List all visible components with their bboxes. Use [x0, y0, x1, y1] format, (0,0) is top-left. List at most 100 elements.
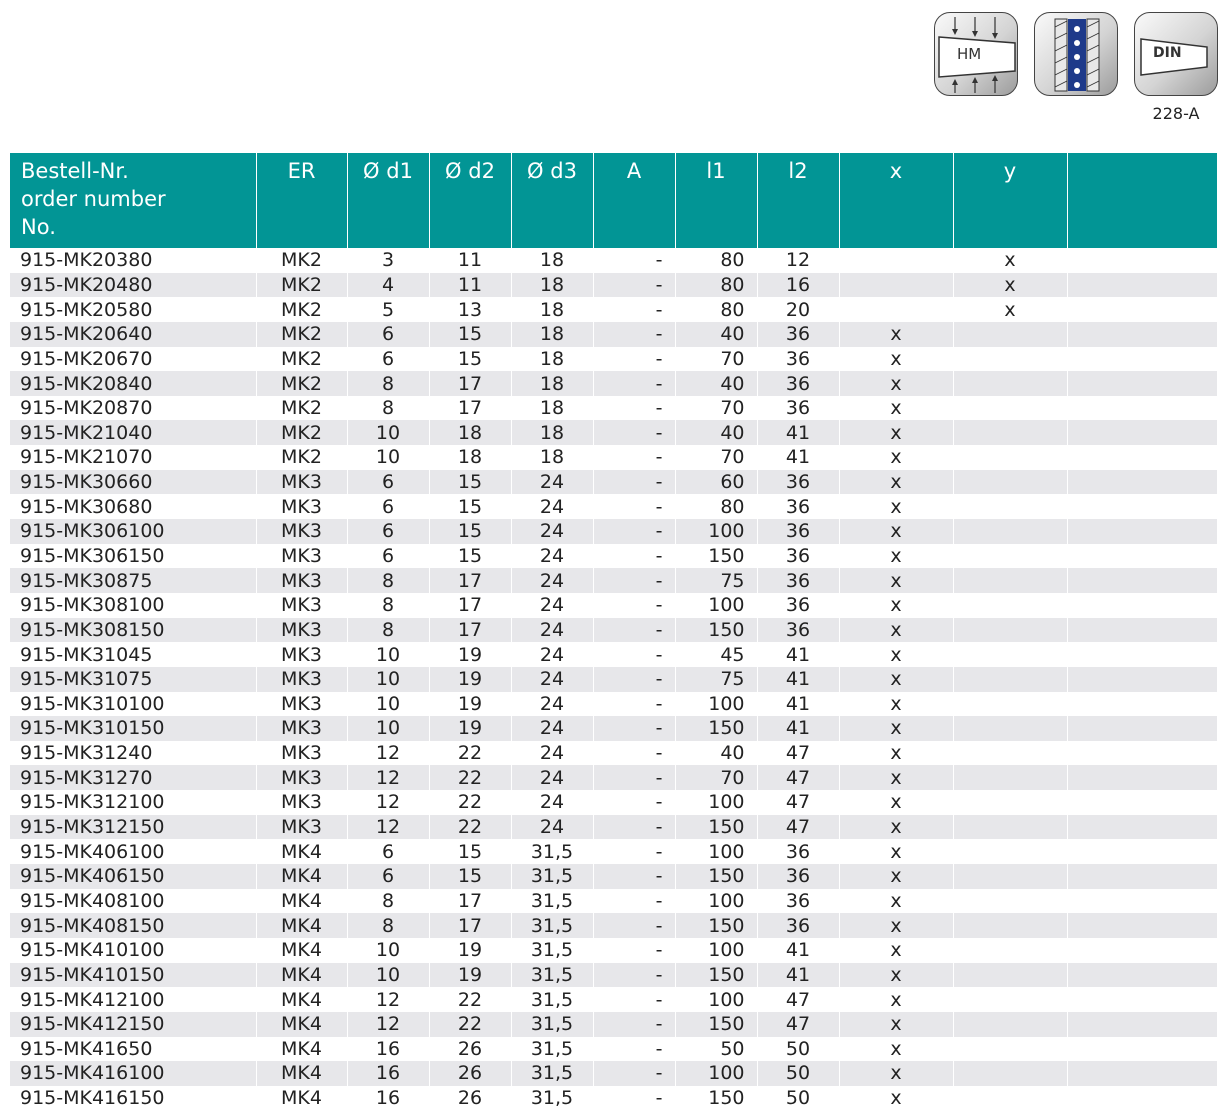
cell-d1: 6 [347, 839, 430, 865]
cell-d3: 24 [511, 740, 594, 766]
cell-extra [1067, 667, 1217, 692]
header-d1: Ø d1 [347, 153, 430, 248]
cell-l1: 150 [675, 864, 758, 889]
cell-l1: 150 [675, 962, 758, 988]
cell-y [953, 740, 1068, 766]
cell-extra [1067, 864, 1217, 889]
cell-l2: 36 [757, 888, 840, 914]
cell-l1: 40 [675, 420, 758, 446]
cell-l1: 100 [675, 839, 758, 865]
cell-a: - [593, 765, 676, 791]
cell-extra [1067, 1061, 1217, 1086]
cell-d2: 13 [429, 297, 512, 322]
cell-order-number: 915-MK306100 [10, 519, 257, 544]
cell-y [953, 592, 1068, 618]
cell-l2: 36 [757, 617, 840, 643]
cell-extra [1067, 248, 1217, 273]
cell-d2: 19 [429, 691, 512, 717]
cell-extra [1067, 396, 1217, 421]
cell-a: - [593, 568, 676, 593]
cell-x: x [839, 445, 954, 470]
cell-l2: 36 [757, 543, 840, 569]
cell-d1: 8 [347, 888, 430, 914]
cell-extra [1067, 1037, 1217, 1062]
table-row: 915-MK308100 MK3 8 17 24-100 36 x [10, 592, 1217, 618]
cell-y [953, 790, 1068, 815]
cell-er: MK4 [256, 1011, 348, 1037]
cell-d2: 19 [429, 962, 512, 988]
cell-d3: 31,5 [511, 962, 594, 988]
cell-order-number: 915-MK310150 [10, 716, 257, 741]
cell-y [953, 1036, 1068, 1062]
cell-d3: 24 [511, 494, 594, 520]
cell-y [953, 371, 1068, 396]
cell-y [953, 987, 1068, 1012]
cell-d1: 8 [347, 913, 430, 938]
cell-l2: 41 [757, 962, 840, 988]
cell-d2: 26 [429, 1061, 512, 1086]
cell-y [953, 937, 1068, 963]
cell-d1: 6 [347, 864, 430, 889]
table-row: 915-MK406100 MK4 6 15 31,5-100 36 x [10, 839, 1217, 865]
cell-l1: 80 [675, 248, 758, 273]
cell-l2: 36 [757, 568, 840, 593]
cell-l1: 40 [675, 321, 758, 347]
cell-l1: 150 [675, 913, 758, 938]
cell-extra [1067, 938, 1217, 963]
cell-y [953, 445, 1068, 470]
cell-a: - [593, 543, 676, 569]
cell-er: MK3 [256, 716, 348, 741]
cell-d3: 31,5 [511, 864, 594, 889]
cell-d3: 31,5 [511, 1061, 594, 1086]
cell-l2: 36 [757, 839, 840, 865]
table-row: 915-MK31270 MK3 12 22 24-70 47 x [10, 765, 1217, 791]
cell-d3: 18 [511, 297, 594, 322]
cell-a: - [593, 395, 676, 421]
cell-l2: 36 [757, 469, 840, 495]
table-row: 915-MK312150 MK3 12 22 24-150 47 x [10, 814, 1217, 840]
cell-order-number: 915-MK30680 [10, 494, 257, 520]
cell-er: MK3 [256, 519, 348, 544]
cell-d3: 18 [511, 321, 594, 347]
cell-d2: 15 [429, 494, 512, 520]
header-order-line2: order number [21, 187, 166, 211]
cell-d3: 18 [511, 420, 594, 446]
cell-extra [1067, 618, 1217, 643]
cell-y [953, 494, 1068, 520]
cell-d3: 24 [511, 814, 594, 840]
cell-y [953, 420, 1068, 446]
cell-x: x [839, 592, 954, 618]
table-row: 915-MK310150 MK3 10 19 24-150 41 x [10, 716, 1217, 741]
cell-y: x [953, 248, 1068, 273]
cell-d3: 24 [511, 568, 594, 593]
cell-y [953, 1085, 1068, 1111]
cell-x: x [839, 740, 954, 766]
cell-x: x [839, 839, 954, 865]
cell-d3: 24 [511, 642, 594, 667]
cell-l1: 100 [675, 592, 758, 618]
cell-d3: 24 [511, 543, 594, 569]
table-row: 915-MK20640 MK2 6 15 18-40 36 x [10, 321, 1217, 347]
cell-extra [1067, 544, 1217, 569]
cell-a: - [593, 1036, 676, 1062]
cell-extra [1067, 889, 1217, 914]
cell-x: x [839, 1061, 954, 1086]
product-table: Bestell-Nr. order number No. ER Ø d1 Ø d… [10, 153, 1217, 1111]
table-row: 915-MK408150 MK4 8 17 31,5-150 36 x [10, 913, 1217, 938]
table-row: 915-MK410150 MK4 10 19 31,5-150 41 x [10, 962, 1217, 988]
cell-order-number: 915-MK31075 [10, 666, 257, 692]
table-row: 915-MK31045 MK3 10 19 24-45 41 x [10, 642, 1217, 667]
hm-clamp-icon: HM [934, 12, 1018, 96]
cell-l1: 150 [675, 716, 758, 741]
table-row: 915-MK406150 MK4 6 15 31,5-150 36 x [10, 864, 1217, 889]
cell-d2: 15 [429, 839, 512, 865]
cell-d1: 12 [347, 790, 430, 815]
cell-er: MK3 [256, 740, 348, 766]
cell-order-number: 915-MK20480 [10, 272, 257, 298]
cell-x: x [839, 864, 954, 889]
cell-er: MK3 [256, 592, 348, 618]
cell-l1: 75 [675, 568, 758, 593]
cell-d1: 10 [347, 420, 430, 446]
cell-er: MK3 [256, 814, 348, 840]
cell-d1: 6 [347, 469, 430, 495]
